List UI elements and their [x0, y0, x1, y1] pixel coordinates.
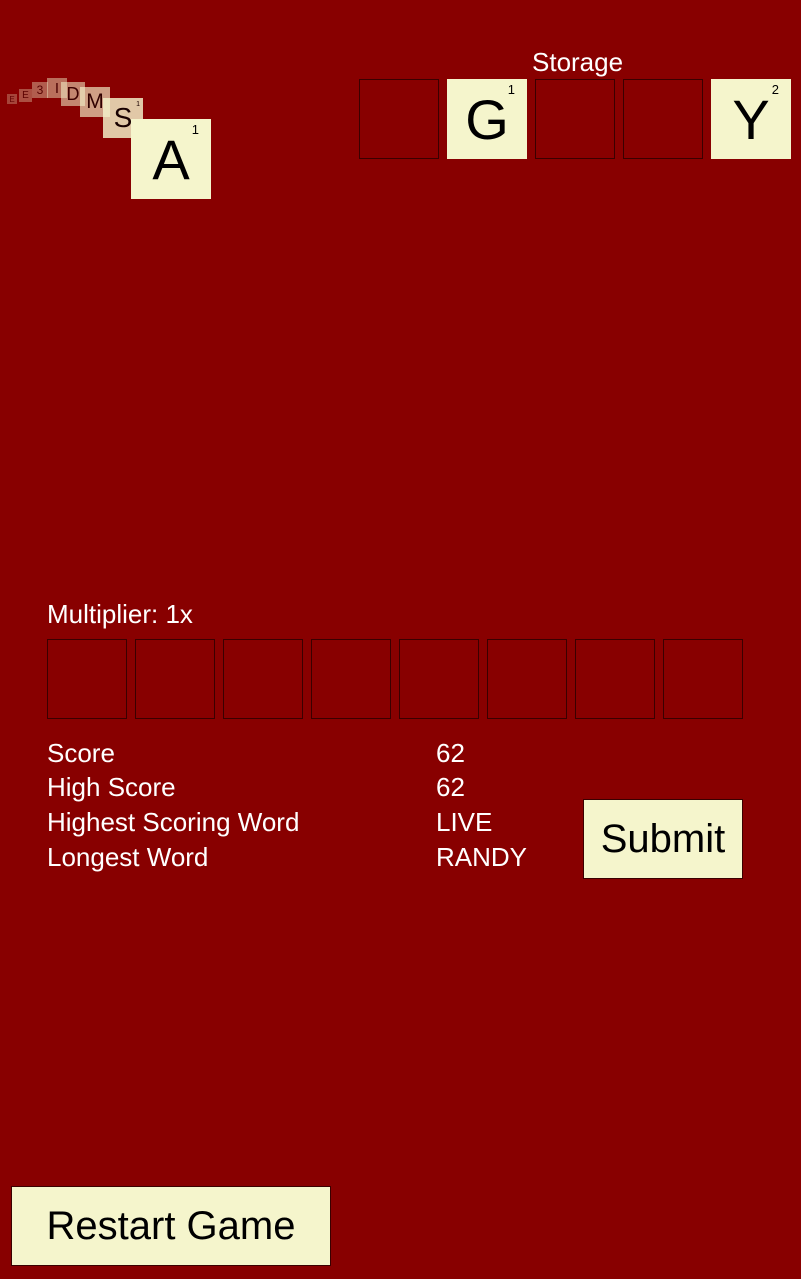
word-slot[interactable] [663, 639, 743, 719]
stat-value-longest-word: RANDY [436, 842, 528, 872]
word-slot[interactable] [311, 639, 391, 719]
falling-tile-e[interactable]: E [19, 89, 32, 102]
storage-tile-y[interactable]: Y 2 [711, 79, 791, 159]
tile-letter: E [22, 90, 29, 101]
storage-slot-3[interactable] [535, 79, 615, 159]
falling-tile-e[interactable]: E [7, 94, 17, 104]
tile-points: 1 [136, 101, 140, 108]
stat-value-high-score: 62 [436, 772, 465, 802]
storage-slot-1[interactable] [359, 79, 439, 159]
stat-label-highest-scoring-word: Highest Scoring Word [47, 807, 300, 837]
word-slot[interactable] [223, 639, 303, 719]
word-slot[interactable] [399, 639, 479, 719]
tile-letter: 3 [36, 83, 44, 97]
tile-points: 1 [191, 122, 199, 137]
tile-points: 1 [507, 82, 515, 97]
word-slot[interactable] [487, 639, 567, 719]
word-slot[interactable] [47, 639, 127, 719]
word-slot[interactable] [135, 639, 215, 719]
storage-label: Storage [532, 47, 624, 77]
multiplier-label: Multiplier: 1x [47, 599, 193, 629]
storage-tile-g[interactable]: G 1 [447, 79, 527, 159]
restart-game-button[interactable]: Restart Game [11, 1186, 331, 1266]
stat-value-score: 62 [436, 738, 465, 768]
stat-label-high-score: High Score [47, 772, 176, 802]
submit-button[interactable]: Submit [583, 799, 743, 879]
tile-letter: Y [732, 87, 770, 151]
falling-tile-a[interactable]: A 1 [131, 119, 211, 199]
stat-value-highest-scoring-word: LIVE [436, 807, 493, 837]
falling-tile-3[interactable]: 3 [32, 82, 48, 98]
stat-label-longest-word: Longest Word [47, 842, 209, 872]
tile-letter: E [9, 94, 15, 104]
tile-letter: G [465, 87, 509, 151]
stat-label-score: Score [47, 738, 115, 768]
storage-slot-4[interactable] [623, 79, 703, 159]
tile-letter: A [152, 127, 190, 191]
word-slot[interactable] [575, 639, 655, 719]
tile-points: 2 [771, 82, 779, 97]
